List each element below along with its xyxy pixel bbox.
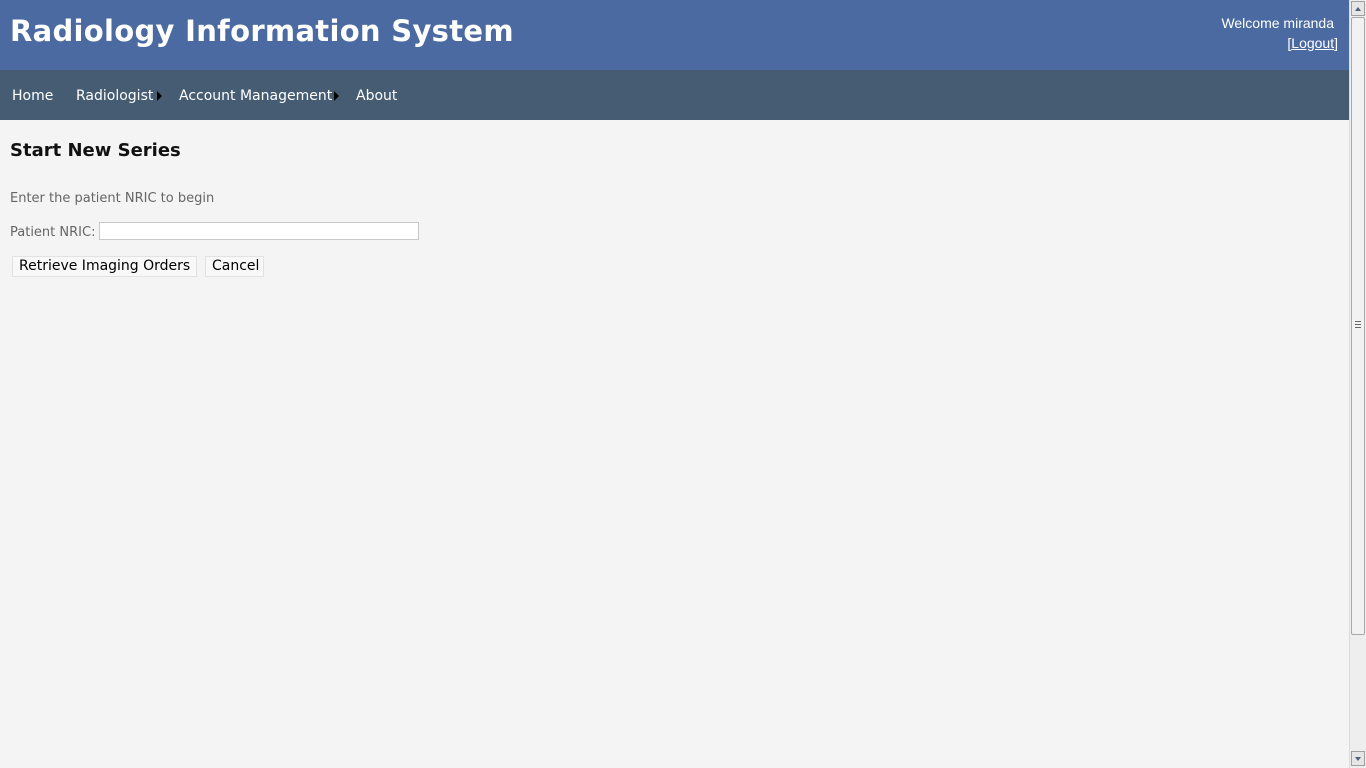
- main-content: Start New Series Enter the patient NRIC …: [0, 120, 1349, 768]
- retrieve-imaging-orders-button[interactable]: Retrieve Imaging Orders: [12, 256, 197, 277]
- scrollbar-thumb[interactable]: [1351, 17, 1365, 635]
- main-navbar: Home Radiologist Account Management Abou…: [0, 70, 1349, 120]
- scroll-up-button[interactable]: [1351, 1, 1365, 16]
- patient-nric-input[interactable]: [99, 222, 419, 240]
- cancel-button[interactable]: Cancel: [205, 256, 264, 277]
- app-title: Radiology Information System: [10, 14, 514, 48]
- instruction-text: Enter the patient NRIC to begin: [10, 191, 215, 206]
- user-welcome: Welcome miranda [Logout]: [1221, 13, 1338, 53]
- patient-nric-label: Patient NRIC:: [10, 225, 96, 240]
- app-header: Radiology Information System Welcome mir…: [0, 0, 1349, 70]
- scroll-up-arrow-icon: [1355, 6, 1361, 11]
- logout-wrapper: [Logout]: [1221, 33, 1338, 53]
- radiologist-submenu-arrow-icon: [157, 91, 162, 101]
- scroll-grip-icon: [1355, 321, 1361, 328]
- page-title: Start New Series: [10, 140, 181, 161]
- logout-close-bracket: ]: [1334, 35, 1338, 51]
- welcome-text: Welcome miranda: [1221, 15, 1334, 31]
- account-management-submenu-arrow-icon: [334, 91, 339, 101]
- scroll-down-button[interactable]: [1351, 751, 1365, 766]
- nav-item-account-management[interactable]: Account Management: [179, 88, 332, 104]
- scroll-down-arrow-icon: [1355, 756, 1361, 761]
- nav-item-radiologist[interactable]: Radiologist: [76, 88, 153, 104]
- nav-item-about[interactable]: About: [356, 88, 397, 104]
- nav-item-home[interactable]: Home: [12, 88, 53, 104]
- logout-link[interactable]: Logout: [1291, 35, 1334, 51]
- vertical-scrollbar[interactable]: [1349, 0, 1366, 768]
- browser-page: Radiology Information System Welcome mir…: [0, 0, 1366, 768]
